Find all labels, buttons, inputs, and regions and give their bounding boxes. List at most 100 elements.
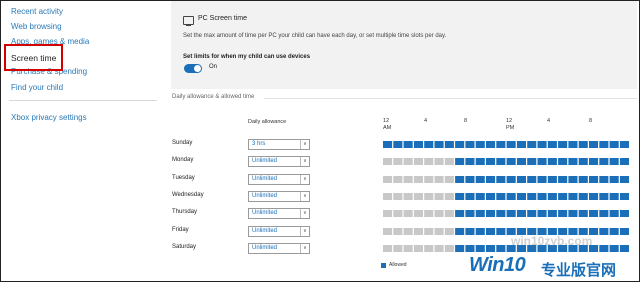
time-slot[interactable] [434, 210, 444, 217]
time-slot[interactable] [547, 141, 557, 148]
time-slot[interactable] [537, 210, 547, 217]
time-slot[interactable] [455, 176, 465, 183]
time-slot[interactable] [578, 141, 588, 148]
time-slot[interactable] [475, 193, 485, 200]
time-slot[interactable] [413, 245, 423, 252]
time-slot[interactable] [589, 141, 599, 148]
time-slot[interactable] [506, 158, 516, 165]
time-slot[interactable] [589, 158, 599, 165]
time-slot[interactable] [444, 210, 454, 217]
time-slot[interactable] [383, 141, 393, 148]
time-slot[interactable] [475, 176, 485, 183]
time-slot[interactable] [434, 245, 444, 252]
time-slot[interactable] [434, 193, 444, 200]
time-slot[interactable] [434, 176, 444, 183]
sidebar-item-xbox-privacy[interactable]: Xbox privacy settings [11, 113, 87, 122]
time-slot[interactable] [424, 158, 434, 165]
time-slot[interactable] [424, 210, 434, 217]
time-slot[interactable] [558, 193, 568, 200]
time-slot[interactable] [403, 141, 413, 148]
time-slot[interactable] [547, 193, 557, 200]
time-slot[interactable] [558, 158, 568, 165]
time-slot[interactable] [609, 245, 619, 252]
time-slot[interactable] [475, 228, 485, 235]
time-slot[interactable] [578, 193, 588, 200]
time-slot[interactable] [486, 176, 496, 183]
time-slot[interactable] [444, 158, 454, 165]
time-slot[interactable] [424, 245, 434, 252]
time-slot[interactable] [496, 245, 506, 252]
time-slot[interactable] [516, 176, 526, 183]
time-slot[interactable] [527, 176, 537, 183]
time-grid-row[interactable] [383, 176, 629, 183]
time-slot[interactable] [486, 210, 496, 217]
time-slot[interactable] [619, 245, 629, 252]
time-slot[interactable] [506, 141, 516, 148]
allowance-select[interactable]: Unlimited ∨ [248, 208, 310, 219]
time-slot[interactable] [568, 158, 578, 165]
time-slot[interactable] [403, 158, 413, 165]
time-slot[interactable] [516, 193, 526, 200]
allowance-select[interactable]: 3 hrs ∨ [248, 139, 310, 150]
time-slot[interactable] [527, 158, 537, 165]
allowance-select[interactable]: Unlimited ∨ [248, 156, 310, 167]
time-grid-row[interactable] [383, 210, 629, 217]
time-slot[interactable] [465, 210, 475, 217]
time-slot[interactable] [434, 141, 444, 148]
time-slot[interactable] [568, 176, 578, 183]
time-slot[interactable] [599, 193, 609, 200]
time-slot[interactable] [455, 193, 465, 200]
time-slot[interactable] [465, 158, 475, 165]
time-slot[interactable] [434, 228, 444, 235]
time-slot[interactable] [599, 158, 609, 165]
time-slot[interactable] [516, 141, 526, 148]
time-slot[interactable] [537, 158, 547, 165]
sidebar-item-find-your-child[interactable]: Find your child [11, 83, 63, 92]
time-slot[interactable] [609, 158, 619, 165]
time-grid-row[interactable] [383, 141, 629, 148]
time-slot[interactable] [413, 193, 423, 200]
time-slot[interactable] [496, 141, 506, 148]
time-slot[interactable] [444, 245, 454, 252]
time-slot[interactable] [506, 176, 516, 183]
time-slot[interactable] [413, 176, 423, 183]
time-slot[interactable] [383, 176, 393, 183]
allowance-select[interactable]: Unlimited ∨ [248, 191, 310, 202]
time-slot[interactable] [465, 228, 475, 235]
time-slot[interactable] [383, 158, 393, 165]
time-slot[interactable] [413, 210, 423, 217]
time-slot[interactable] [619, 176, 629, 183]
sidebar-item-recent-activity[interactable]: Recent activity [11, 7, 63, 16]
time-slot[interactable] [619, 193, 629, 200]
time-slot[interactable] [486, 158, 496, 165]
time-slot[interactable] [424, 228, 434, 235]
time-slot[interactable] [403, 245, 413, 252]
time-slot[interactable] [455, 141, 465, 148]
time-slot[interactable] [619, 141, 629, 148]
time-slot[interactable] [568, 193, 578, 200]
time-slot[interactable] [465, 245, 475, 252]
time-slot[interactable] [527, 210, 537, 217]
time-slot[interactable] [568, 141, 578, 148]
time-slot[interactable] [589, 193, 599, 200]
time-slot[interactable] [424, 141, 434, 148]
time-slot[interactable] [444, 176, 454, 183]
time-slot[interactable] [537, 176, 547, 183]
time-slot[interactable] [393, 228, 403, 235]
time-slot[interactable] [496, 210, 506, 217]
time-slot[interactable] [403, 193, 413, 200]
limit-toggle[interactable] [184, 64, 202, 73]
time-slot[interactable] [475, 158, 485, 165]
time-slot[interactable] [486, 141, 496, 148]
time-slot[interactable] [383, 245, 393, 252]
time-slot[interactable] [578, 176, 588, 183]
time-slot[interactable] [619, 228, 629, 235]
time-slot[interactable] [619, 158, 629, 165]
time-slot[interactable] [558, 176, 568, 183]
time-slot[interactable] [465, 176, 475, 183]
time-slot[interactable] [589, 176, 599, 183]
time-slot[interactable] [599, 176, 609, 183]
time-grid-row[interactable] [383, 193, 629, 200]
time-slot[interactable] [547, 210, 557, 217]
time-slot[interactable] [599, 141, 609, 148]
